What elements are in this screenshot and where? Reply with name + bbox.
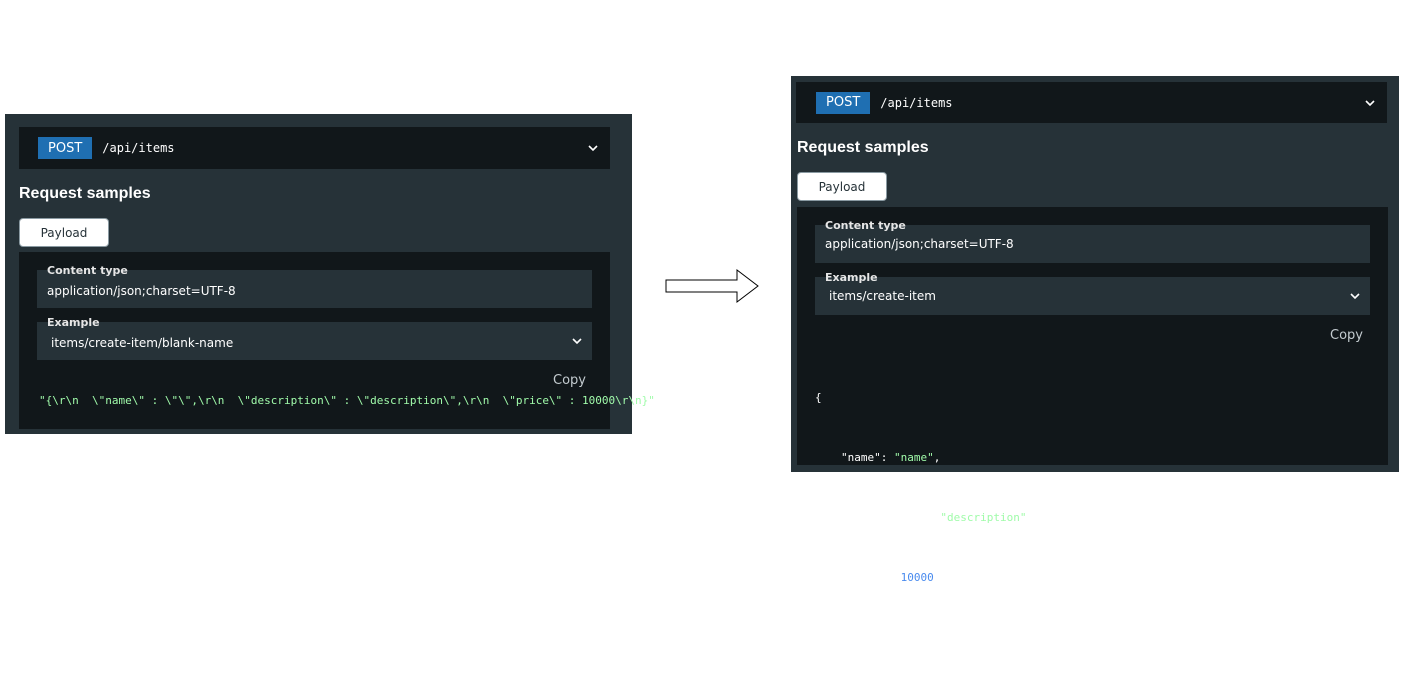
- content-type-field: Content type application/json;charset=UT…: [815, 219, 1370, 263]
- json-trail: ,: [1026, 511, 1034, 524]
- json-line: "name": "name",: [841, 451, 941, 464]
- after-panel: POST /api/items Request samples Payload …: [791, 76, 1399, 644]
- endpoint-path: /api/items: [102, 141, 175, 155]
- content-type-label: Content type: [47, 264, 128, 277]
- chevron-down-icon[interactable]: [586, 141, 600, 155]
- example-select[interactable]: Example items/create-item: [815, 271, 1370, 315]
- endpoint-header[interactable]: POST /api/items: [19, 127, 610, 169]
- method-badge: POST: [816, 91, 871, 114]
- endpoint-header[interactable]: POST /api/items: [796, 82, 1387, 123]
- copy-button[interactable]: Copy: [1330, 328, 1363, 343]
- payload-body: Content type application/json;charset=UT…: [797, 207, 1388, 644]
- content-type-value: application/json;charset=UTF-8: [47, 284, 236, 298]
- json-close-brace: }: [815, 631, 822, 644]
- json-value: "name": [894, 451, 934, 464]
- tab-payload[interactable]: Payload: [797, 172, 887, 201]
- payload-body: Content type application/json;charset=UT…: [19, 252, 655, 429]
- content-type-label: Content type: [825, 219, 906, 232]
- json-key: "description": [841, 511, 928, 524]
- code-sample: "{\r\n \"name\" : \"\",\r\n \"descriptio…: [39, 394, 655, 407]
- right-arrow-icon: [665, 268, 759, 304]
- json-line: "price": 10000: [841, 571, 934, 584]
- json-trail: ,: [933, 451, 941, 464]
- endpoint-path: /api/items: [880, 95, 953, 110]
- chevron-down-icon[interactable]: [1363, 96, 1377, 110]
- json-value: 10000: [900, 571, 934, 584]
- code-sample: { "name": "name", "description": "descri…: [815, 348, 1033, 688]
- copy-button[interactable]: Copy: [553, 373, 586, 388]
- example-label: Example: [825, 271, 878, 284]
- chevron-down-icon[interactable]: [570, 334, 584, 348]
- before-panel: POST /api/items Request samples Payload …: [5, 114, 655, 434]
- example-select[interactable]: Example items/create-item/blank-name: [37, 316, 592, 360]
- json-key: "name": [841, 451, 881, 464]
- method-badge: POST: [38, 137, 93, 159]
- section-title: Request samples: [19, 185, 151, 202]
- content-type-value: application/json;charset=UTF-8: [825, 237, 1014, 251]
- chevron-down-icon[interactable]: [1348, 289, 1362, 303]
- json-key: "price": [841, 571, 888, 584]
- json-value: "description": [940, 511, 1027, 524]
- content-type-field: Content type application/json;charset=UT…: [37, 264, 592, 308]
- section-title: Request samples: [797, 139, 929, 156]
- json-open-brace: {: [815, 391, 822, 404]
- tab-payload[interactable]: Payload: [19, 218, 109, 247]
- example-label: Example: [47, 316, 100, 329]
- example-value: items/create-item: [829, 289, 936, 303]
- json-line: "description": "description",: [841, 511, 1034, 524]
- example-value: items/create-item/blank-name: [51, 336, 234, 350]
